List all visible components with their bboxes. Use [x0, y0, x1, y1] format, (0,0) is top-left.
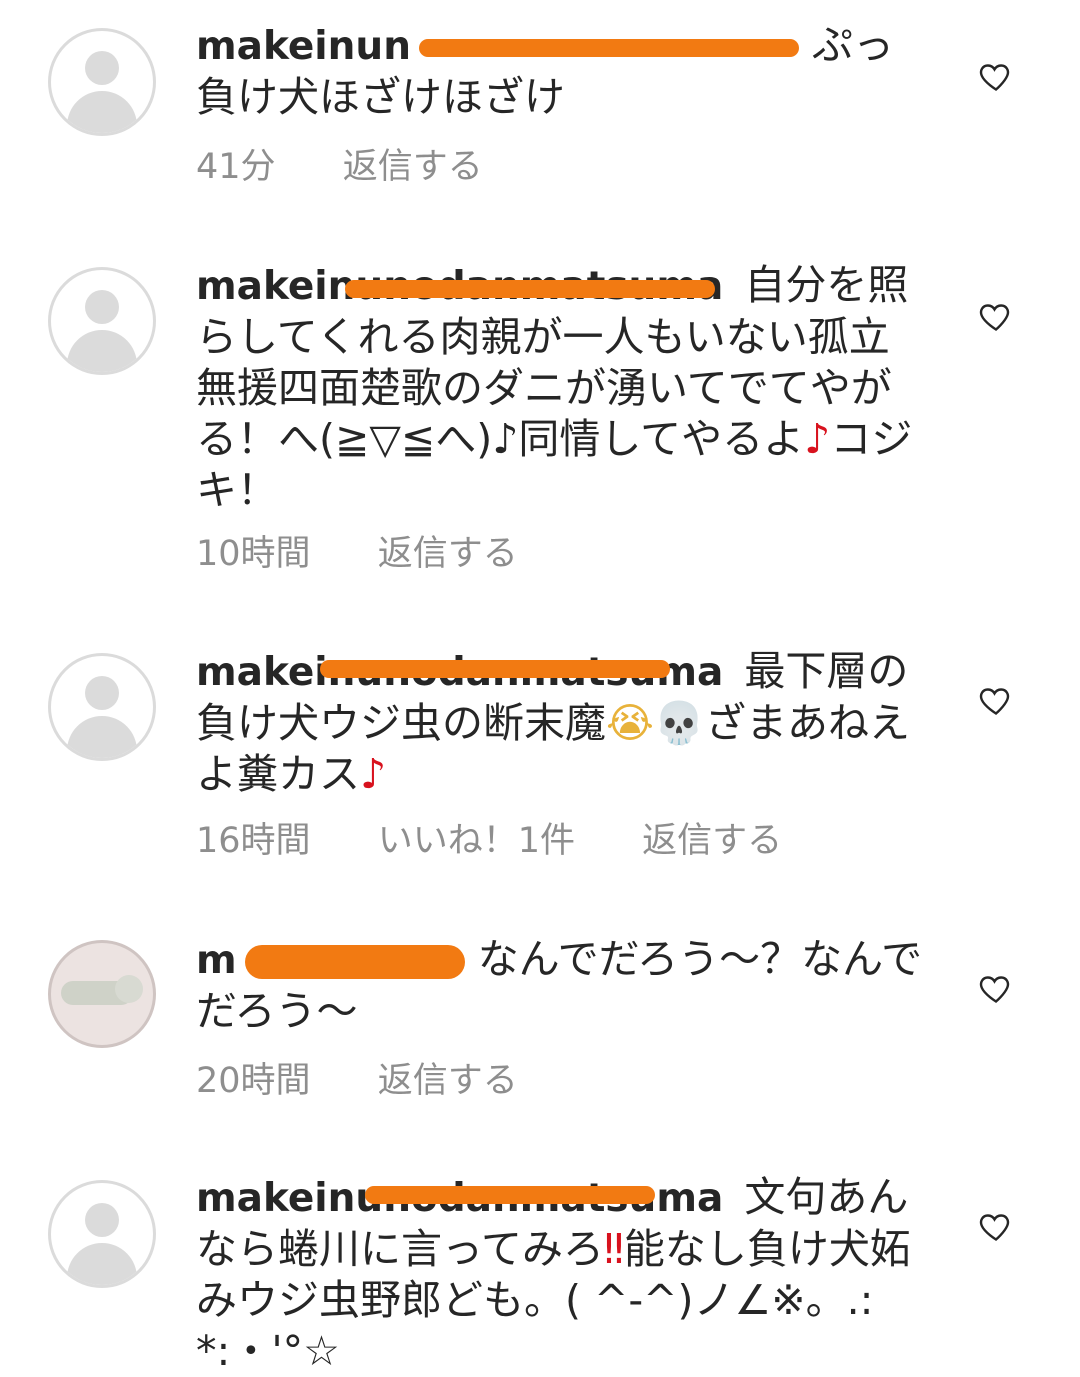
reply-button[interactable]: 返信する: [378, 534, 518, 574]
comment-meta: 16時間 いいね！1件 返信する: [196, 812, 838, 863]
reply-button[interactable]: 返信する: [343, 147, 483, 187]
music-note-icon: ♪: [804, 415, 831, 463]
comment-time: 41分: [196, 147, 276, 187]
comment-time: 16時間: [196, 821, 311, 861]
redaction-mark: [418, 39, 799, 57]
heart-icon[interactable]: [978, 1208, 1014, 1244]
crying-face-icon: 😭: [606, 699, 654, 747]
double-exclamation-icon: ‼: [603, 1225, 624, 1273]
redaction-mark: [244, 945, 465, 979]
avatar-photo-head: [115, 975, 143, 1003]
comment-meta: 20時間 返信する: [196, 1052, 574, 1103]
heart-icon[interactable]: [978, 298, 1014, 334]
heart-icon[interactable]: [978, 682, 1014, 718]
reply-button[interactable]: 返信する: [378, 1061, 518, 1101]
like-count[interactable]: いいね！1件: [378, 821, 575, 861]
comment-time: 10時間: [196, 534, 311, 574]
comment-body: makeinunodanmatsuma 自分を照らしてくれる肉親が一人もいない孤…: [196, 260, 926, 516]
music-note-icon: ♪: [360, 750, 387, 798]
avatar-head: [85, 51, 119, 85]
avatar[interactable]: [48, 1180, 156, 1288]
redaction-mark: [345, 280, 715, 298]
avatar[interactable]: [48, 653, 156, 761]
skull-icon: 💀: [653, 699, 705, 747]
avatar[interactable]: [48, 267, 156, 375]
avatar-head: [85, 676, 119, 710]
comment-body: m なんでだろう～？なんでだろう～: [196, 934, 926, 1037]
redaction-mark: [320, 660, 670, 678]
redaction-mark: [365, 1186, 655, 1204]
avatar-head: [85, 1203, 119, 1237]
reply-button[interactable]: 返信する: [642, 821, 782, 861]
avatar-shoulders: [67, 91, 137, 133]
avatar[interactable]: [48, 28, 156, 136]
avatar-head: [85, 290, 119, 324]
avatar-shoulders: [67, 716, 137, 758]
heart-icon[interactable]: [978, 970, 1014, 1006]
heart-icon[interactable]: [978, 58, 1014, 94]
comment-meta: 41分 返信する: [196, 138, 539, 189]
comment-time: 20時間: [196, 1061, 311, 1101]
comment-body: makeinun ぷっ 負け犬ほざけほざけ: [196, 20, 926, 123]
comment-username[interactable]: m: [196, 938, 237, 983]
comment-username[interactable]: makeinun: [196, 24, 411, 69]
avatar-shoulders: [67, 1243, 137, 1285]
avatar-shoulders: [67, 330, 137, 372]
avatar[interactable]: [48, 940, 156, 1048]
comment-meta: 10時間 返信する: [196, 525, 574, 576]
